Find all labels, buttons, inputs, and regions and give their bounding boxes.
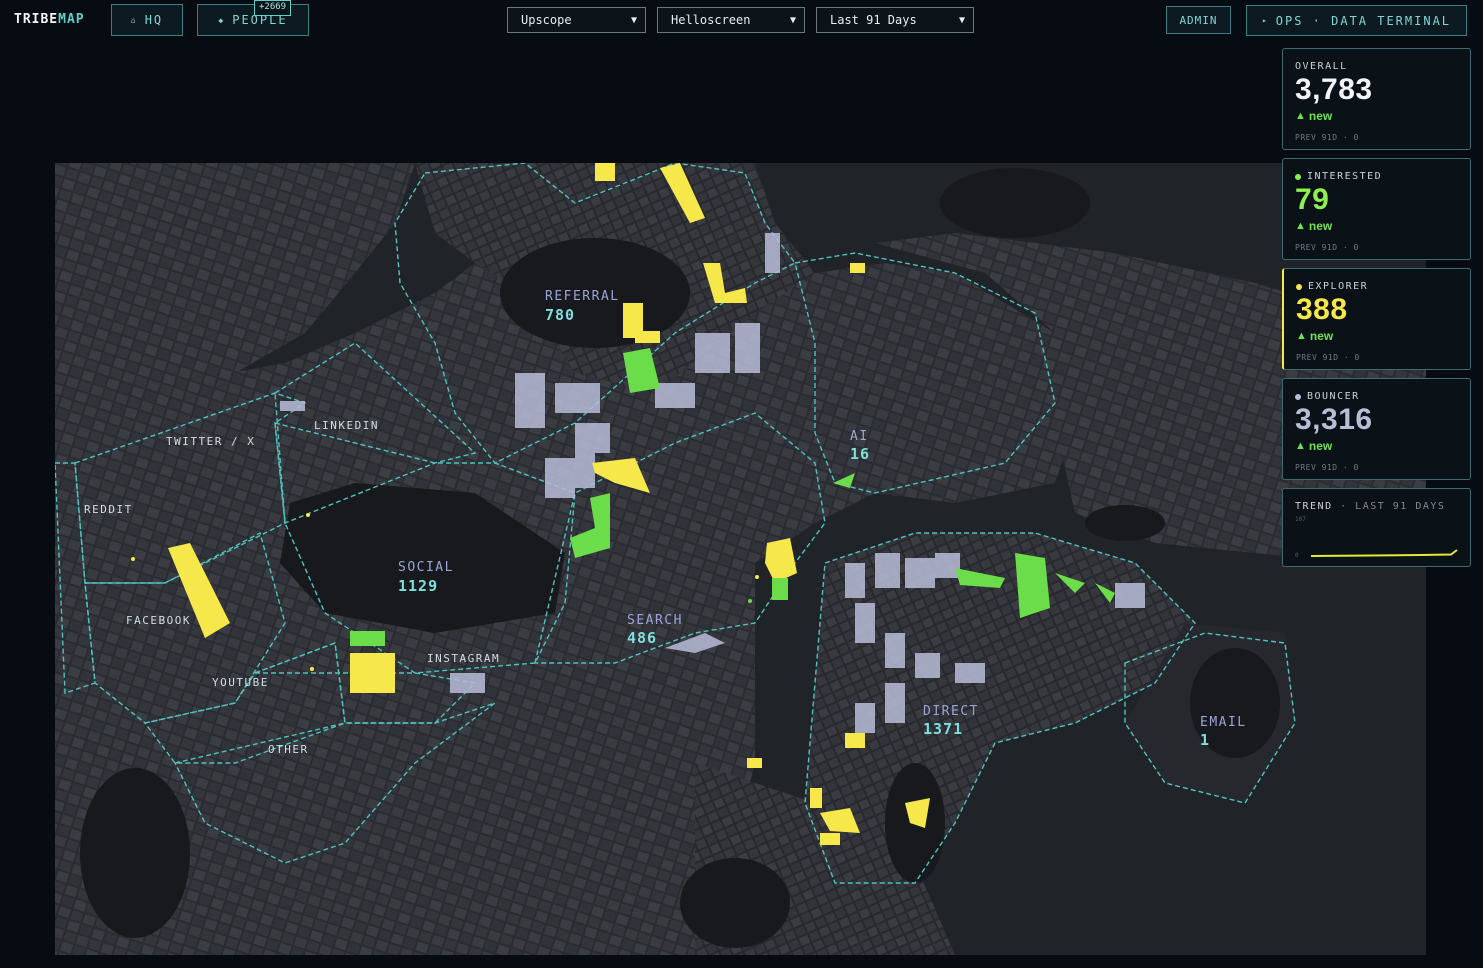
zone-count-search: 486 (627, 629, 657, 647)
date-range-value: Last 91 Days (830, 13, 917, 27)
overall-value: 3,783 (1295, 73, 1373, 106)
zone-label-instagram[interactable]: INSTAGRAM (427, 652, 500, 665)
logo-main: TRIBE (14, 12, 59, 27)
hq-button[interactable]: ⌂ HQ (111, 4, 183, 36)
up-arrow-icon: ▲ (1296, 330, 1307, 342)
bouncer-prev: PREV 91D · 0 (1295, 463, 1359, 472)
stat-card-interested[interactable]: INTERESTED 79 ▲ new PREV 91D · 0 (1282, 158, 1471, 260)
stat-label: EXPLORER (1296, 281, 1368, 292)
caret-right-icon: ▸ (1261, 16, 1269, 25)
explorer-delta-text: new (1309, 329, 1334, 343)
bouncer-label: BOUNCER (1307, 391, 1360, 402)
trend-line (1311, 549, 1458, 557)
explorer-label: EXPLORER (1308, 281, 1369, 292)
site-select[interactable]: Helloscreen ▼ (657, 7, 805, 33)
zone-label-linkedin[interactable]: LINKEDIN (314, 419, 379, 432)
admin-label: ADMIN (1179, 13, 1218, 27)
ops-terminal-label: OPS · DATA TERMINAL (1275, 13, 1452, 28)
up-arrow-icon: ▲ (1295, 220, 1306, 232)
overall-delta-text: new (1308, 109, 1333, 123)
trend-card[interactable]: TREND · LAST 91 DAYS 107 0 (1282, 488, 1471, 567)
chevron-down-icon: ▼ (958, 14, 965, 26)
trend-title: TREND · LAST 91 DAYS (1295, 501, 1445, 512)
hq-label: HQ (144, 13, 164, 27)
trend-y-max: 107 (1295, 516, 1306, 523)
workspace-value: Upscope (521, 13, 572, 27)
up-arrow-icon: ▲ (1295, 440, 1306, 452)
admin-button[interactable]: ADMIN (1166, 6, 1231, 34)
ops-terminal-button[interactable]: ▸ OPS · DATA TERMINAL (1246, 5, 1467, 36)
zone-label-other[interactable]: OTHER (268, 743, 309, 756)
app-logo[interactable]: TRIBEMAP (14, 12, 85, 27)
up-arrow-icon: ▲ (1295, 110, 1306, 122)
interested-value: 79 (1295, 183, 1330, 216)
interested-delta: ▲ new (1295, 219, 1332, 233)
stat-label: INTERESTED (1295, 171, 1382, 182)
zone-count-referral: 780 (545, 306, 575, 324)
overall-prev: PREV 91D · 0 (1295, 133, 1359, 142)
stat-card-explorer[interactable]: EXPLORER 388 ▲ new PREV 91D · 0 (1282, 268, 1471, 370)
trend-y-min: 0 (1295, 552, 1299, 559)
bouncer-dot-icon (1295, 393, 1301, 400)
stat-label: BOUNCER (1295, 391, 1360, 402)
zone-count-email: 1 (1200, 731, 1210, 749)
explorer-value: 388 (1296, 293, 1348, 326)
overall-delta: ▲ new (1295, 109, 1332, 123)
stat-card-overall[interactable]: OVERALL 3,783 ▲ new PREV 91D · 0 (1282, 48, 1471, 150)
stat-label: OVERALL (1295, 61, 1348, 72)
zone-label-social[interactable]: SOCIAL (398, 560, 454, 575)
top-bar: TRIBEMAP ⌂ HQ ◆ PEOPLE +2669 Upscope ▼ H… (0, 0, 1483, 44)
bouncer-value: 3,316 (1295, 403, 1373, 436)
map-svg[interactable]: REFERRAL 780 SOCIAL 1129 SEARCH 486 AI 1… (54, 162, 1426, 955)
site-value: Helloscreen (671, 13, 751, 27)
home-icon: ⌂ (130, 15, 138, 25)
people-button[interactable]: ◆ PEOPLE (197, 4, 309, 36)
zone-label-facebook[interactable]: FACEBOOK (126, 614, 191, 627)
zone-count-direct: 1371 (923, 720, 963, 738)
bouncer-delta-text: new (1308, 439, 1333, 453)
zone-label-twitter[interactable]: TWITTER / X (166, 435, 255, 448)
explorer-prev: PREV 91D · 0 (1296, 353, 1360, 362)
trend-sparkline (1311, 549, 1458, 557)
logo-accent: MAP (58, 12, 85, 27)
interested-delta-text: new (1308, 219, 1333, 233)
overall-label: OVERALL (1295, 61, 1348, 72)
zone-label-referral[interactable]: REFERRAL (545, 289, 620, 304)
bouncer-delta: ▲ new (1295, 439, 1332, 453)
zone-label-email[interactable]: EMAIL (1200, 715, 1247, 730)
zone-label-search[interactable]: SEARCH (627, 613, 683, 628)
chevron-down-icon: ▼ (789, 14, 796, 26)
date-range-select[interactable]: Last 91 Days ▼ (816, 7, 974, 33)
zone-count-social: 1129 (398, 577, 438, 595)
explorer-delta: ▲ new (1296, 329, 1333, 343)
diamond-icon: ◆ (218, 15, 226, 25)
zone-label-direct[interactable]: DIRECT (923, 704, 979, 719)
workspace-select[interactable]: Upscope ▼ (507, 7, 646, 33)
interested-label: INTERESTED (1307, 171, 1383, 182)
explorer-dot-icon (1296, 283, 1302, 290)
trend-sub: · LAST 91 DAYS (1340, 501, 1446, 512)
people-count-badge: +2669 (254, 0, 292, 16)
zone-label-youtube[interactable]: YOUTUBE (212, 676, 269, 689)
interested-dot-icon (1295, 173, 1301, 180)
zone-count-ai: 16 (850, 445, 870, 463)
zone-label-reddit[interactable]: REDDIT (84, 503, 133, 516)
stat-card-bouncer[interactable]: BOUNCER 3,316 ▲ new PREV 91D · 0 (1282, 378, 1471, 480)
zone-label-ai[interactable]: AI (850, 429, 869, 444)
interested-prev: PREV 91D · 0 (1295, 243, 1359, 252)
city-map[interactable]: REFERRAL 780 SOCIAL 1129 SEARCH 486 AI 1… (54, 162, 1426, 955)
trend-label: TREND (1295, 501, 1333, 512)
chevron-down-icon: ▼ (630, 14, 637, 26)
